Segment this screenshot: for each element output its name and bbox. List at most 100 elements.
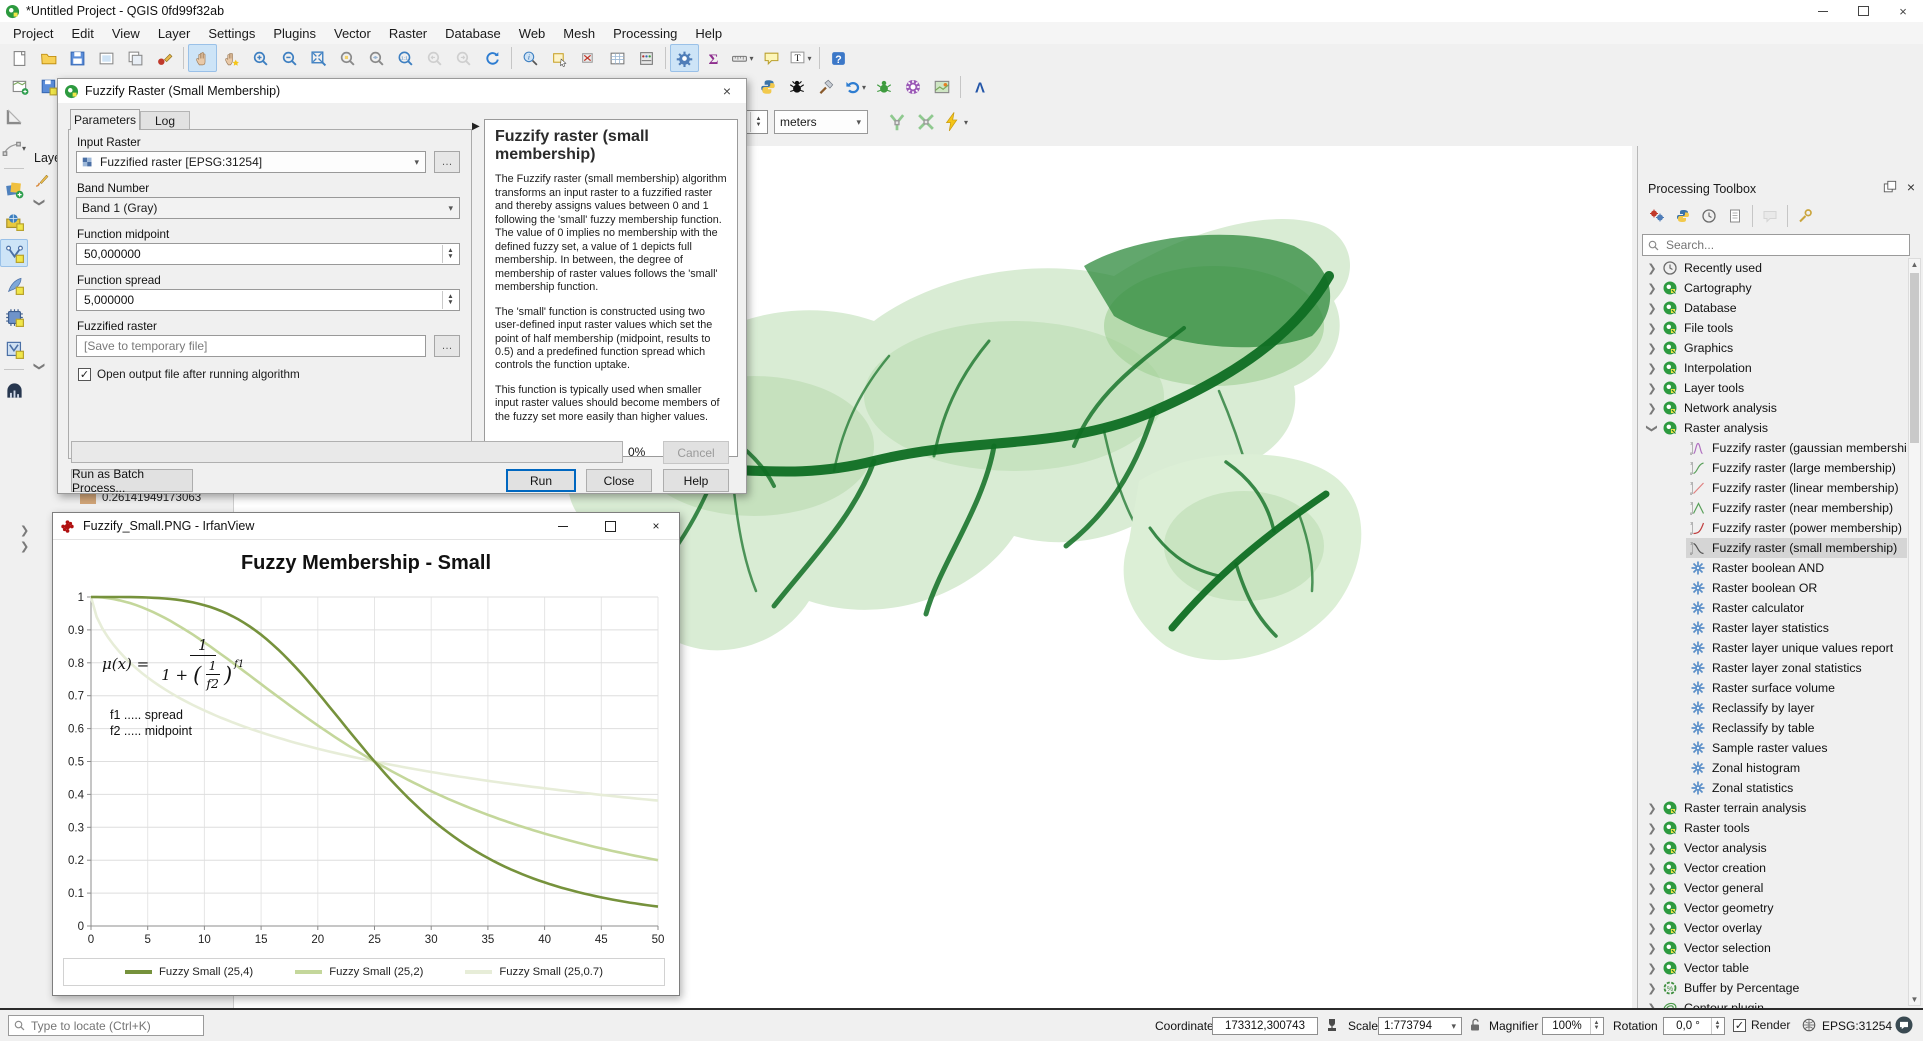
dropdown-arrow-icon[interactable]: ▾ bbox=[22, 144, 26, 153]
toolbox-tree-item[interactable]: ❯Vector general bbox=[1640, 878, 1907, 898]
field-calculator-icon[interactable] bbox=[632, 44, 661, 72]
pan-to-selection-icon[interactable] bbox=[217, 44, 246, 72]
toolbox-tree-item[interactable]: Reclassify by layer bbox=[1640, 698, 1907, 718]
toolbox-tree-item[interactable]: Raster surface volume bbox=[1640, 678, 1907, 698]
toolbox-tree-item[interactable]: ❯Vector analysis bbox=[1640, 838, 1907, 858]
dialog-close-icon[interactable]: × bbox=[712, 79, 742, 103]
menu-raster[interactable]: Raster bbox=[380, 24, 436, 43]
locator-input[interactable] bbox=[29, 1018, 203, 1034]
scroll-up-icon[interactable]: ▲ bbox=[1909, 260, 1920, 269]
toolbox-tree-item[interactable]: Raster layer unique values report bbox=[1640, 638, 1907, 658]
dock-collapse-arrow-icon[interactable]: ❯ bbox=[20, 540, 29, 553]
undo-arrow-icon[interactable]: ▾ bbox=[840, 73, 869, 101]
menu-mesh[interactable]: Mesh bbox=[554, 24, 604, 43]
viewer-close-button[interactable]: × bbox=[639, 513, 673, 539]
menu-plugins[interactable]: Plugins bbox=[264, 24, 325, 43]
messages-bubble-icon[interactable] bbox=[1894, 1015, 1914, 1035]
float-panel-icon[interactable] bbox=[1883, 180, 1897, 194]
chevron-right-icon[interactable]: ❯ bbox=[1646, 402, 1658, 415]
chevron-right-icon[interactable]: ❯ bbox=[1646, 382, 1658, 395]
chevron-right-icon[interactable]: ❯ bbox=[1646, 962, 1658, 975]
new-project-icon[interactable] bbox=[5, 44, 34, 72]
lock-scale-icon[interactable] bbox=[1467, 1017, 1483, 1033]
toolbox-tree-item[interactable]: Raster layer statistics bbox=[1640, 618, 1907, 638]
chevron-right-icon[interactable]: ❯ bbox=[1646, 282, 1658, 295]
toolbox-tree-item[interactable]: Reclassify by table bbox=[1640, 718, 1907, 738]
locator-search-box[interactable] bbox=[8, 1015, 204, 1036]
zoom-out-icon[interactable] bbox=[275, 44, 304, 72]
map-tips-icon[interactable] bbox=[757, 44, 786, 72]
save-project-icon[interactable] bbox=[63, 44, 92, 72]
toolbox-scrollbar[interactable]: ▲ ▼ bbox=[1908, 258, 1921, 1006]
chevron-right-icon[interactable]: ❯ bbox=[1646, 362, 1658, 375]
dropdown-arrow-icon[interactable]: ▾ bbox=[964, 118, 968, 127]
toolbox-tree-item[interactable]: ❯Vector table bbox=[1640, 958, 1907, 978]
refresh-map-icon[interactable] bbox=[478, 44, 507, 72]
zoom-full-icon[interactable] bbox=[304, 44, 333, 72]
toolbox-tree-item[interactable]: 10Fuzzify raster (power membership) bbox=[1640, 518, 1907, 538]
viewer-maximize-button[interactable] bbox=[593, 513, 627, 539]
python-console-icon[interactable] bbox=[753, 73, 782, 101]
close-dialog-button[interactable]: Close bbox=[586, 469, 652, 492]
extents-icon[interactable] bbox=[1324, 1017, 1340, 1033]
menu-edit[interactable]: Edit bbox=[62, 24, 102, 43]
toolbox-search-input[interactable] bbox=[1664, 237, 1909, 253]
globe-layer-icon[interactable] bbox=[0, 207, 28, 235]
input-raster-browse-button[interactable]: … bbox=[434, 151, 460, 173]
results-viewer-icon[interactable] bbox=[1722, 204, 1748, 228]
style-manager-icon[interactable] bbox=[150, 44, 179, 72]
build-tools-icon[interactable] bbox=[811, 73, 840, 101]
crs-globe-icon[interactable] bbox=[1801, 1017, 1817, 1033]
zoom-last-icon[interactable] bbox=[420, 44, 449, 72]
processing-toolbox-icon[interactable] bbox=[670, 44, 699, 72]
help-contents-icon[interactable]: ? bbox=[824, 44, 853, 72]
chevron-right-icon[interactable]: ❯ bbox=[1646, 342, 1658, 355]
chevron-right-icon[interactable]: ❯ bbox=[1646, 902, 1658, 915]
toolbox-tree-item[interactable]: ❯Contour plugin bbox=[1640, 998, 1907, 1008]
identify-features-icon[interactable]: i bbox=[516, 44, 545, 72]
dock-collapse-arrow-icon[interactable]: ❯ bbox=[20, 524, 29, 537]
toolbox-tree-item[interactable]: 10Fuzzify raster (linear membership) bbox=[1640, 478, 1907, 498]
menu-layer[interactable]: Layer bbox=[149, 24, 200, 43]
minimize-button[interactable] bbox=[1803, 0, 1843, 22]
maximize-button[interactable] bbox=[1843, 0, 1883, 22]
menu-view[interactable]: View bbox=[103, 24, 149, 43]
snap-intersection-icon[interactable] bbox=[911, 108, 940, 136]
toolbox-tree-item[interactable]: ❯Vector selection bbox=[1640, 938, 1907, 958]
statistics-sigma-icon[interactable]: Σ bbox=[699, 44, 728, 72]
stepper-arrows-icon[interactable]: ▲▼ bbox=[442, 291, 458, 309]
plugin-gear-icon[interactable] bbox=[898, 73, 927, 101]
vector-box-icon[interactable] bbox=[0, 335, 28, 363]
chevron-right-icon[interactable]: ❯ bbox=[1646, 922, 1658, 935]
feather-style-icon[interactable] bbox=[0, 271, 28, 299]
toolbox-tree-item[interactable]: ❯Cartography bbox=[1640, 278, 1907, 298]
edit-features-inplace-icon[interactable] bbox=[1757, 204, 1783, 228]
scroll-down-icon[interactable]: ▼ bbox=[1909, 995, 1920, 1004]
function-spread-input[interactable]: ▲▼ bbox=[76, 289, 460, 311]
chevron-right-icon[interactable]: ❯ bbox=[1646, 882, 1658, 895]
toolbox-tree-item[interactable]: ❯Raster analysis bbox=[1640, 418, 1907, 438]
coordinate-input[interactable]: 173312,300743 bbox=[1212, 1017, 1318, 1035]
output-browse-button[interactable]: … bbox=[434, 335, 460, 357]
python-scripts-icon[interactable] bbox=[1670, 204, 1696, 228]
menu-project[interactable]: Project bbox=[4, 24, 62, 43]
history-icon[interactable] bbox=[1696, 204, 1722, 228]
toolbox-tree-item[interactable]: ❯Vector creation bbox=[1640, 858, 1907, 878]
pan-map-icon[interactable] bbox=[188, 44, 217, 72]
dropdown-arrow-icon[interactable]: ▾ bbox=[807, 54, 811, 63]
new-print-layout-icon[interactable] bbox=[92, 44, 121, 72]
plugin-bug-icon[interactable] bbox=[869, 73, 898, 101]
toolbox-tree-item[interactable]: 10Fuzzify raster (large membership) bbox=[1640, 458, 1907, 478]
quickmap-services-icon[interactable] bbox=[927, 73, 956, 101]
deselect-features-icon[interactable] bbox=[574, 44, 603, 72]
tab-parameters[interactable]: Parameters bbox=[70, 109, 140, 130]
chevron-right-icon[interactable]: ❯ bbox=[1646, 262, 1658, 275]
toolbox-tree-item[interactable]: ❯Vector overlay bbox=[1640, 918, 1907, 938]
close-button[interactable]: × bbox=[1883, 0, 1923, 22]
toolbox-tree-item[interactable]: 10Fuzzify raster (small membership) bbox=[1640, 538, 1907, 558]
cancel-button[interactable]: Cancel bbox=[663, 441, 729, 464]
viewer-minimize-button[interactable] bbox=[546, 513, 580, 539]
open-project-icon[interactable] bbox=[34, 44, 63, 72]
measure-icon[interactable]: ▾ bbox=[728, 44, 757, 72]
model-designer-icon[interactable] bbox=[1644, 204, 1670, 228]
